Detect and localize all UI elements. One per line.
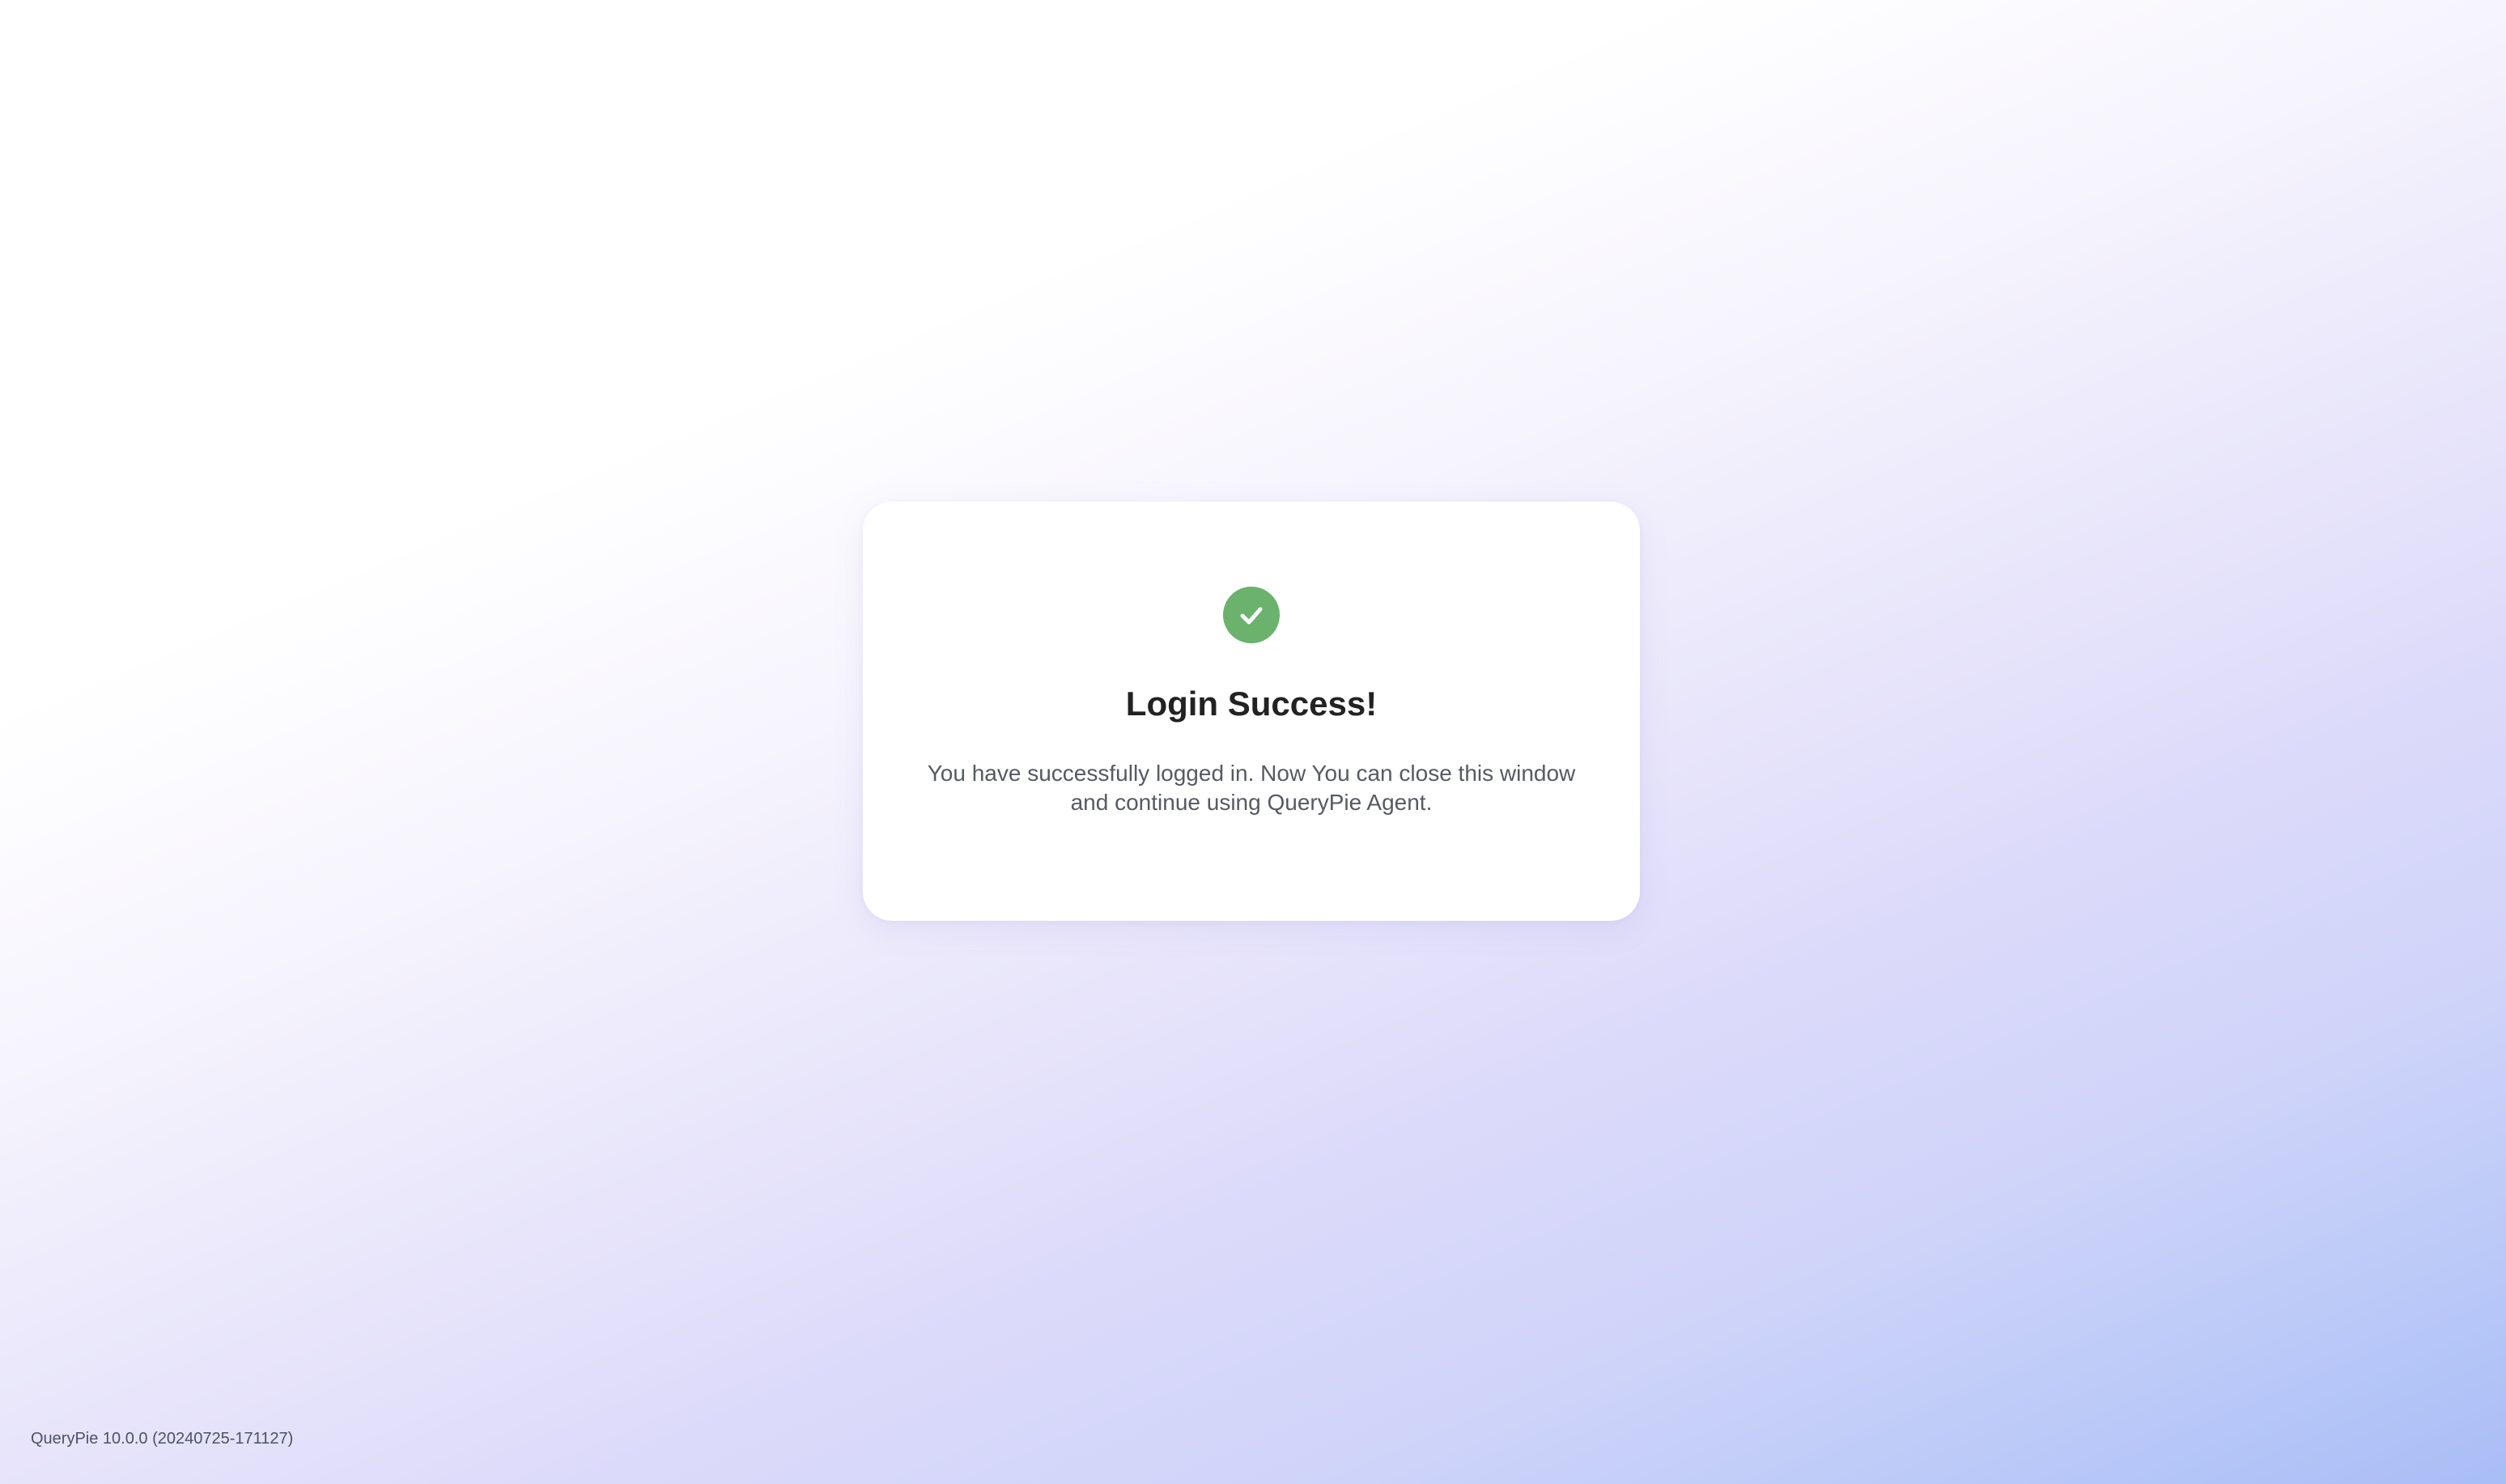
version-label: QueryPie 10.0.0 (20240725-171127): [31, 1430, 294, 1448]
check-circle-icon: [1223, 587, 1280, 643]
login-success-card: Login Success! You have successfully log…: [863, 502, 1640, 921]
success-message: You have successfully logged in. Now You…: [911, 759, 1591, 817]
success-message-line-1: You have successfully logged in. Now You…: [927, 761, 1576, 786]
page-title: Login Success!: [1125, 685, 1378, 723]
checkmark-icon: [1240, 607, 1263, 625]
success-message-line-2: and continue using QueryPie Agent.: [1070, 790, 1433, 815]
